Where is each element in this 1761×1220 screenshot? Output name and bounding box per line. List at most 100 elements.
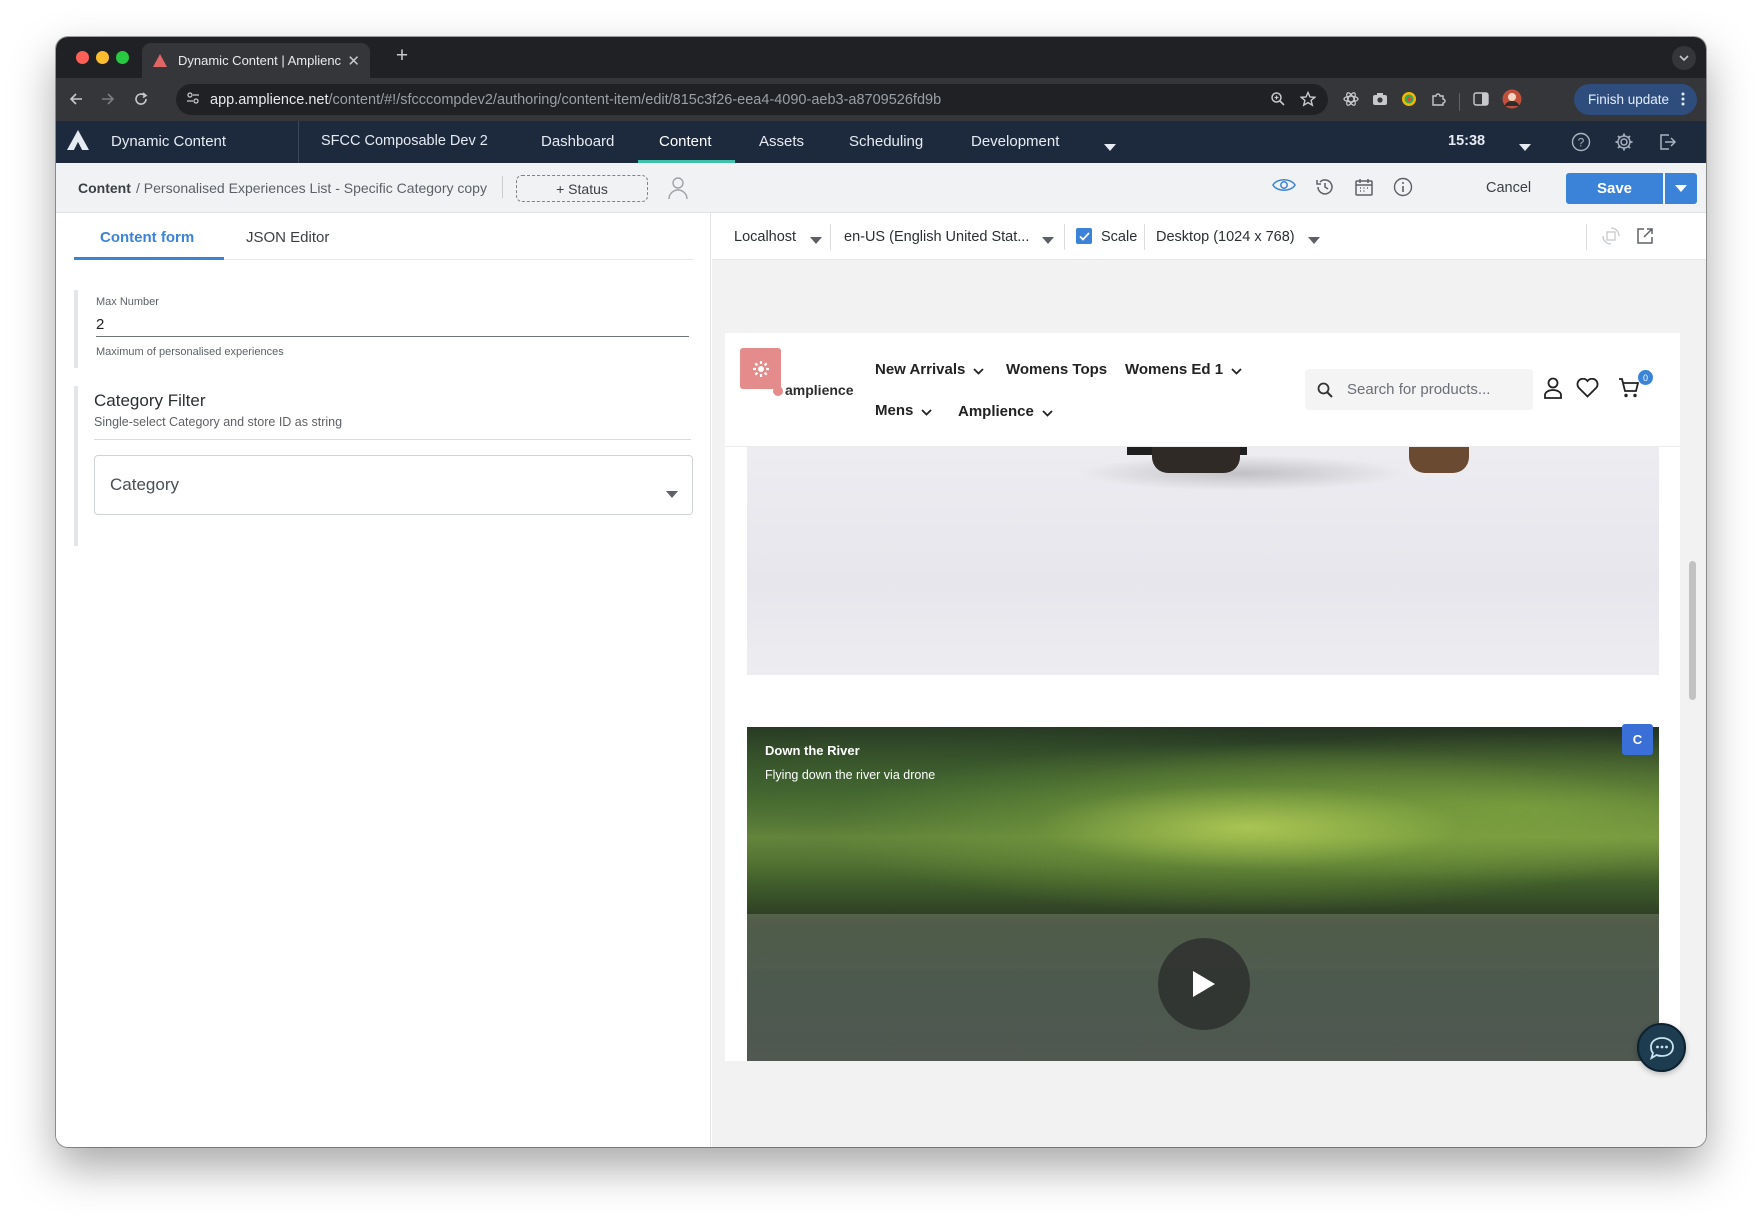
site-logo[interactable]: amplience	[773, 382, 853, 398]
cart-icon[interactable]	[1618, 377, 1640, 404]
app-navigation: Dynamic Content SFCC Composable Dev 2 Da…	[56, 121, 1706, 163]
chevron-down-icon	[973, 362, 984, 379]
side-panel-icon[interactable]	[1473, 92, 1489, 111]
category-filter-description: Single-select Category and store ID as s…	[94, 415, 343, 429]
help-icon[interactable]: ?	[1571, 132, 1591, 156]
nav-dashboard[interactable]: Dashboard	[541, 133, 614, 150]
search-icon	[1317, 382, 1333, 398]
back-button[interactable]	[64, 87, 88, 111]
amplience-logo-icon[interactable]	[66, 129, 90, 155]
scale-checkbox[interactable]	[1076, 228, 1092, 244]
nav-development[interactable]: Development	[971, 133, 1059, 150]
toolbar-divider	[1144, 224, 1145, 250]
chevron-down-icon[interactable]	[1308, 232, 1320, 248]
new-tab-button[interactable]: +	[390, 44, 414, 68]
close-window-button[interactable]	[76, 51, 89, 64]
react-devtools-icon[interactable]	[1343, 91, 1359, 112]
maximize-window-button[interactable]	[116, 51, 129, 64]
browser-window: Dynamic Content | Amplience ✕ + app.ampl…	[56, 37, 1706, 1147]
play-button[interactable]	[1158, 938, 1250, 1030]
sync-icon[interactable]	[1602, 227, 1620, 249]
tab-title: Dynamic Content | Amplience	[178, 53, 342, 68]
history-icon[interactable]	[1315, 177, 1335, 202]
hub-selector[interactable]: SFCC Composable Dev 2	[321, 133, 488, 149]
category-select[interactable]: Category	[94, 455, 693, 515]
site-header: amplience New Arrivals Womens Tops Women…	[725, 333, 1680, 447]
nav-scheduling[interactable]: Scheduling	[849, 133, 923, 150]
nav-assets[interactable]: Assets	[759, 133, 804, 150]
tab-search-button[interactable]	[1672, 46, 1696, 70]
site-menu-womens-tops[interactable]: Womens Tops	[1006, 361, 1107, 378]
browser-tab-active[interactable]: Dynamic Content | Amplience ✕	[142, 43, 370, 78]
wishlist-heart-icon[interactable]	[1576, 377, 1599, 403]
preview-eye-icon[interactable]	[1272, 177, 1296, 202]
site-menu-new-arrivals[interactable]: New Arrivals	[875, 361, 984, 379]
chevron-down-icon[interactable]	[1042, 232, 1054, 248]
sandal-shape	[1152, 447, 1240, 473]
environment-select[interactable]: Localhost	[734, 229, 796, 245]
bookmark-star-icon[interactable]	[1299, 90, 1317, 112]
info-icon[interactable]	[1393, 177, 1413, 202]
add-status-button[interactable]: + Status	[516, 175, 648, 202]
nav-more-caret-icon[interactable]	[1104, 138, 1116, 155]
play-icon	[1193, 971, 1215, 997]
content-badge[interactable]: C	[1622, 724, 1653, 755]
clock-caret-icon[interactable]	[1519, 138, 1531, 155]
calendar-icon[interactable]	[1354, 177, 1374, 202]
nav-content[interactable]: Content	[659, 133, 712, 150]
category-filter-title: Category Filter	[94, 391, 206, 410]
tab-json-editor[interactable]: JSON Editor	[246, 229, 329, 246]
tab-active-indicator	[74, 257, 224, 260]
tab-content-form[interactable]: Content form	[100, 229, 194, 246]
editor-tabs: Content form JSON Editor	[74, 213, 694, 260]
max-number-help: Maximum of personalised experiences	[96, 346, 284, 358]
content-form-pane: Content form JSON Editor Max Number 2 Ma…	[56, 213, 711, 1147]
category-filter-divider	[94, 439, 691, 440]
site-info-icon[interactable]	[186, 91, 200, 109]
finish-update-label: Finish update	[1588, 92, 1670, 107]
scale-label: Scale	[1101, 229, 1138, 245]
locale-select[interactable]: en-US (English United Stat...	[844, 229, 1029, 245]
forward-button[interactable]	[96, 87, 120, 111]
toolbar-divider	[1064, 224, 1065, 250]
category-select-placeholder: Category	[110, 475, 179, 494]
extensions-puzzle-icon[interactable]	[1430, 91, 1446, 112]
reload-button[interactable]	[129, 87, 153, 111]
assignee-person-icon[interactable]	[668, 176, 688, 205]
save-options-button[interactable]	[1665, 173, 1697, 204]
chevron-down-icon[interactable]	[810, 232, 822, 248]
minimize-window-button[interactable]	[96, 51, 109, 64]
logout-icon[interactable]	[1657, 132, 1677, 156]
video-player[interactable]: Down the River Flying down the river via…	[747, 727, 1659, 1061]
profile-avatar-icon[interactable]	[1502, 89, 1522, 114]
open-external-icon[interactable]	[1636, 227, 1654, 249]
cancel-button[interactable]: Cancel	[1486, 180, 1531, 196]
device-select[interactable]: Desktop (1024 x 768)	[1156, 229, 1295, 245]
site-menu-amplience[interactable]: Amplience	[958, 403, 1053, 421]
breadcrumb-root[interactable]: Content	[78, 180, 131, 196]
address-bar[interactable]: app.amplience.net/content/#!/sfcccompdev…	[176, 84, 1328, 115]
preview-toolbar: Localhost en-US (English United Stat... …	[712, 213, 1706, 260]
site-menu-womens-ed-1[interactable]: Womens Ed 1	[1125, 361, 1242, 379]
chat-support-button[interactable]	[1637, 1023, 1686, 1072]
svg-text:?: ?	[1578, 136, 1585, 150]
camera-extension-icon[interactable]	[1372, 92, 1388, 111]
max-number-label: Max Number	[96, 296, 159, 308]
site-search-input[interactable]: Search for products...	[1305, 369, 1533, 410]
app-brand-name[interactable]: Dynamic Content	[111, 133, 226, 150]
cart-count-badge: 0	[1638, 370, 1653, 385]
colorful-extension-icon[interactable]	[1401, 91, 1417, 112]
account-icon[interactable]	[1543, 377, 1563, 404]
finish-update-button[interactable]: Finish update	[1574, 84, 1697, 115]
tab-close-icon[interactable]: ✕	[347, 52, 360, 70]
breadcrumb-current: / Personalised Experiences List - Specif…	[136, 180, 487, 196]
site-menu-mens[interactable]: Mens	[875, 402, 932, 420]
preview-scrollbar[interactable]	[1689, 561, 1696, 700]
zoom-icon[interactable]	[1270, 91, 1286, 112]
field-indent-bar	[74, 386, 78, 546]
save-button[interactable]: Save	[1566, 173, 1663, 204]
max-number-input[interactable]: 2	[96, 311, 689, 337]
settings-gear-icon[interactable]	[1614, 132, 1634, 156]
preview-viewport: amplience New Arrivals Womens Tops Women…	[725, 333, 1680, 1061]
amplience-favicon-icon	[152, 53, 168, 69]
